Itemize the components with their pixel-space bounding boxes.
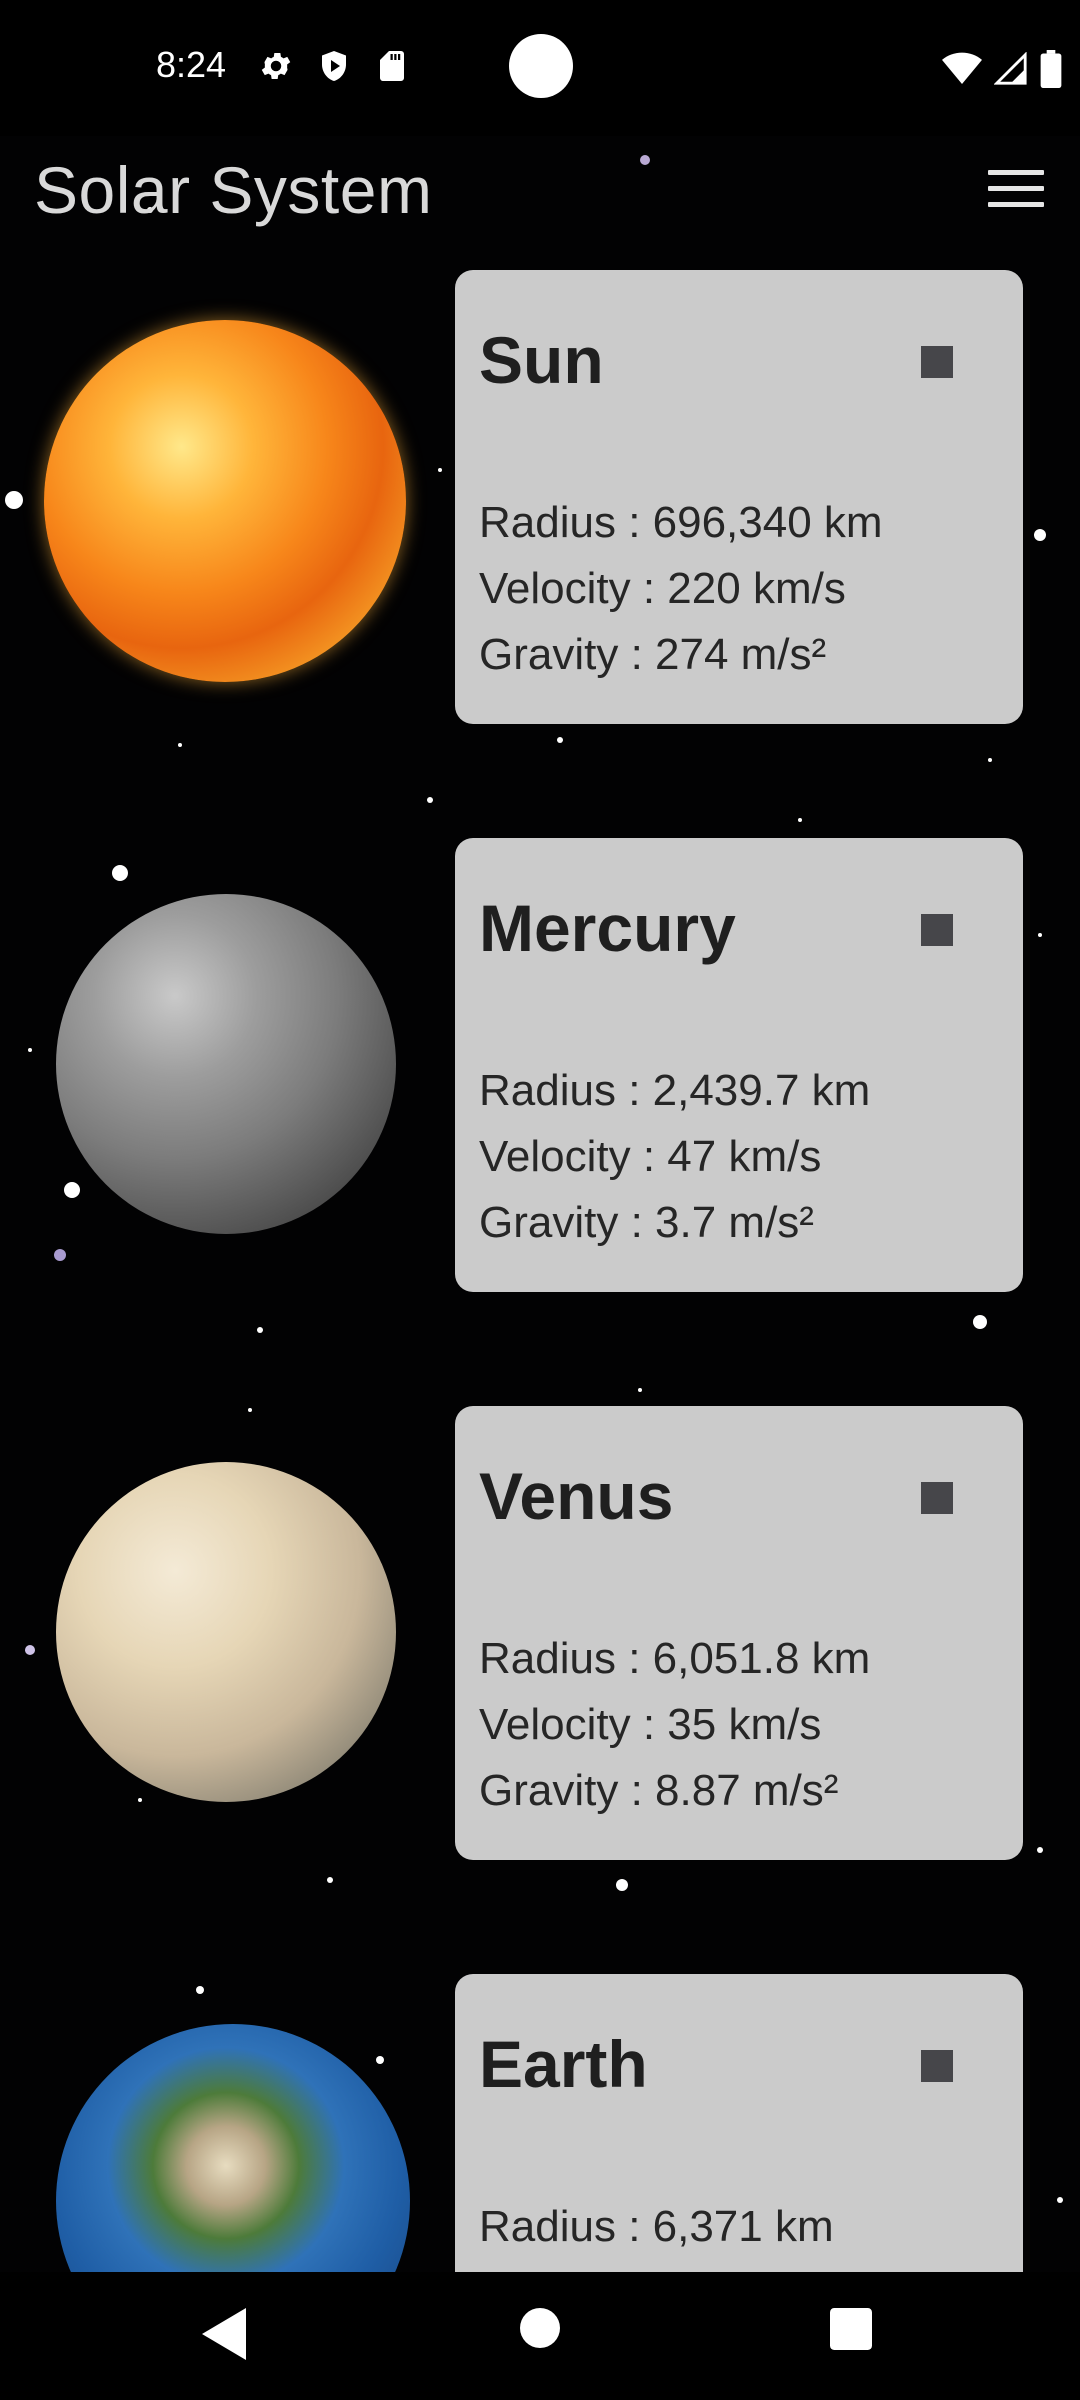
planet-radius: Radius : 6,051.8 km — [479, 1634, 871, 1683]
battery-icon — [1040, 50, 1062, 88]
status-left-icons — [258, 48, 410, 84]
screen: 8:24 Solar System Sun Radius: 696,340 k… — [0, 0, 1080, 2400]
stop-square-icon[interactable] — [921, 1482, 953, 1514]
hamburger-menu-icon[interactable] — [988, 170, 1044, 210]
mercury-image — [56, 894, 396, 1234]
wifi-icon — [942, 52, 982, 84]
planet-name: Earth — [479, 2027, 648, 2101]
sd-card-icon — [380, 51, 404, 81]
front-camera-cutout — [509, 34, 573, 98]
planet-gravity: Gravity : 3.7 m/s² — [479, 1198, 814, 1247]
sun-image — [44, 320, 406, 682]
planet-radius: Radius : 2,439.7 km — [479, 1066, 871, 1115]
recents-icon[interactable] — [830, 2308, 872, 2350]
shield-play-icon — [322, 51, 346, 81]
planet-card-venus[interactable]: Venus Radius : 6,051.8 km Velocity : 35 … — [455, 1406, 1023, 1860]
list-item: Sun Radius : 696,340 km Velocity : 220 k… — [0, 270, 1080, 724]
planet-gravity: Gravity : 274 m/s² — [479, 630, 827, 679]
stop-square-icon[interactable] — [921, 346, 953, 378]
planet-velocity: Velocity : 47 km/s — [479, 1132, 822, 1181]
venus-image — [56, 1462, 396, 1802]
cellular-signal-icon — [994, 52, 1027, 85]
list-item: Mercury Radius : 2,439.7 km Velocity : 4… — [0, 838, 1080, 1292]
planet-card-sun[interactable]: Sun Radius : 696,340 km Velocity : 220 k… — [455, 270, 1023, 724]
status-right-icons — [942, 50, 1062, 88]
menu-line — [988, 186, 1044, 191]
stop-square-icon[interactable] — [921, 914, 953, 946]
menu-line — [988, 202, 1044, 207]
navigation-bar — [0, 2272, 1080, 2400]
list-item: Venus Radius : 6,051.8 km Velocity : 35 … — [0, 1406, 1080, 1860]
planet-velocity: Velocity : 220 km/s — [479, 564, 846, 613]
planet-velocity: Velocity : 35 km/s — [479, 1700, 822, 1749]
planet-card-mercury[interactable]: Mercury Radius : 2,439.7 km Velocity : 4… — [455, 838, 1023, 1292]
app-bar: Solar System — [0, 136, 1080, 248]
planet-list[interactable]: Sun Radius : 696,340 km Velocity : 220 k… — [0, 270, 1080, 2400]
planet-gravity: Gravity : 8.87 m/s² — [479, 1766, 839, 1815]
app-title: Solar System — [34, 153, 433, 227]
status-time: 8:24 — [156, 44, 227, 85]
stop-square-icon[interactable] — [921, 2050, 953, 2082]
planet-name: Venus — [479, 1459, 674, 1533]
planet-name: Mercury — [479, 891, 736, 965]
back-icon[interactable] — [202, 2308, 250, 2360]
planet-radius: Radius : 696,340 km — [479, 498, 883, 547]
home-icon[interactable] — [520, 2308, 560, 2348]
menu-line — [988, 170, 1044, 175]
planet-radius: Radius : 6,371 km — [479, 2202, 834, 2251]
settings-icon — [261, 52, 291, 80]
planet-name: Sun — [479, 323, 604, 397]
status-bar: 8:24 — [0, 0, 1080, 136]
